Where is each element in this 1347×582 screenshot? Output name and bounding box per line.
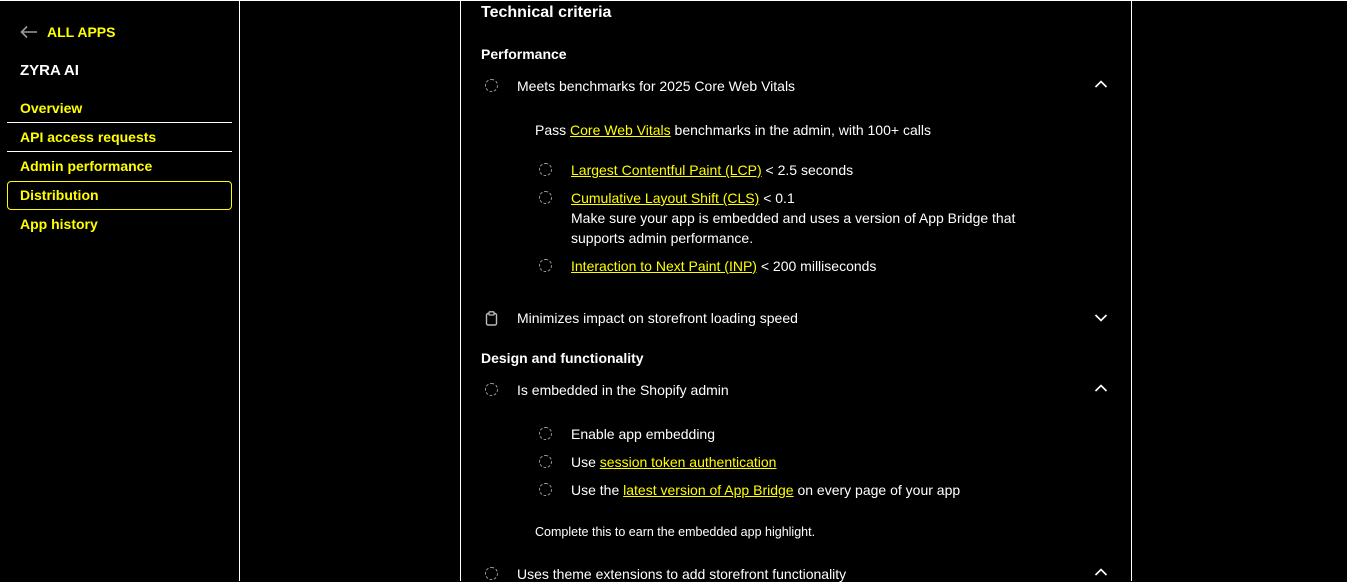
chevron-up-icon[interactable] — [1094, 79, 1108, 89]
criterion-theme-extensions[interactable]: Uses theme extensions to add storefront … — [517, 566, 846, 582]
dashed-circle-icon — [485, 567, 498, 580]
chevron-up-icon[interactable] — [1094, 383, 1108, 393]
session-token-link[interactable]: session token authentication — [600, 454, 777, 470]
cls-value: < 0.1 — [763, 190, 795, 206]
description-suffix: benchmarks in the admin, with 100+ calls — [674, 122, 931, 138]
cls-note-line-1: Make sure your app is embedded and uses … — [571, 210, 1016, 226]
criterion-app-bridge: Use the latest version of App Bridge on … — [571, 482, 960, 498]
core-web-vitals-link[interactable]: Core Web Vitals — [570, 122, 671, 138]
cls-note-line-2: supports admin performance. — [571, 230, 754, 246]
dashed-circle-icon — [539, 427, 552, 440]
sidebar: ALL APPS ZYRA AI Overview API access req… — [0, 1, 240, 581]
dashed-circle-icon — [539, 191, 552, 204]
embedded-highlight-note: Complete this to earn the embedded app h… — [535, 525, 816, 539]
criterion-session-token: Use session token authentication — [571, 454, 776, 470]
dashed-circle-icon — [539, 163, 552, 176]
app-bridge-suffix: on every page of your app — [797, 482, 961, 498]
criterion-cls: Cumulative Layout Shift (CLS) < 0.1 — [571, 190, 795, 206]
chevron-up-icon[interactable] — [1094, 567, 1108, 577]
criterion-core-web-vitals[interactable]: Meets benchmarks for 2025 Core Web Vital… — [517, 78, 795, 94]
dashed-circle-icon — [485, 383, 498, 396]
section-heading-design: Design and functionality — [481, 350, 644, 366]
app-bridge-link[interactable]: latest version of App Bridge — [623, 482, 793, 498]
back-to-all-apps-link[interactable]: ALL APPS — [20, 24, 115, 40]
dashed-circle-icon — [485, 79, 498, 92]
inp-value: < 200 milliseconds — [760, 258, 877, 274]
sidebar-item-admin-performance[interactable]: Admin performance — [7, 152, 232, 181]
dashed-circle-icon — [539, 455, 552, 468]
description-prefix: Pass — [535, 122, 567, 138]
lcp-value: < 2.5 seconds — [765, 162, 854, 178]
arrow-left-icon — [20, 25, 38, 39]
sidebar-item-app-history[interactable]: App history — [7, 210, 232, 239]
dashed-circle-icon — [539, 259, 552, 272]
inp-link[interactable]: Interaction to Next Paint (INP) — [571, 258, 757, 274]
sidebar-nav: Overview API access requests Admin perfo… — [7, 94, 232, 239]
session-token-prefix: Use — [571, 454, 596, 470]
criterion-storefront-speed[interactable]: Minimizes impact on storefront loading s… — [517, 310, 798, 326]
core-web-vitals-description: Pass Core Web Vitals benchmarks in the a… — [535, 122, 931, 138]
sidebar-item-api-access-requests[interactable]: API access requests — [7, 123, 232, 152]
app-bridge-prefix: Use the — [571, 482, 620, 498]
dashed-circle-icon — [539, 483, 552, 496]
back-label: ALL APPS — [47, 24, 116, 40]
sidebar-item-overview[interactable]: Overview — [7, 94, 232, 123]
lcp-link[interactable]: Largest Contentful Paint (LCP) — [571, 162, 762, 178]
criterion-embedded-admin[interactable]: Is embedded in the Shopify admin — [517, 382, 729, 398]
cls-link[interactable]: Cumulative Layout Shift (CLS) — [571, 190, 759, 206]
page-title: Technical criteria — [481, 4, 612, 21]
section-heading-performance: Performance — [481, 46, 567, 62]
clipboard-icon — [485, 311, 498, 331]
criterion-lcp: Largest Contentful Paint (LCP) < 2.5 sec… — [571, 162, 853, 178]
app-name: ZYRA AI — [20, 62, 79, 79]
sidebar-item-distribution[interactable]: Distribution — [7, 181, 232, 210]
technical-criteria-card: Technical criteria Performance Meets ben… — [460, 1, 1132, 582]
chevron-down-icon[interactable] — [1094, 313, 1108, 323]
criterion-inp: Interaction to Next Paint (INP) < 200 mi… — [571, 258, 876, 274]
criterion-enable-embedding: Enable app embedding — [571, 426, 716, 442]
